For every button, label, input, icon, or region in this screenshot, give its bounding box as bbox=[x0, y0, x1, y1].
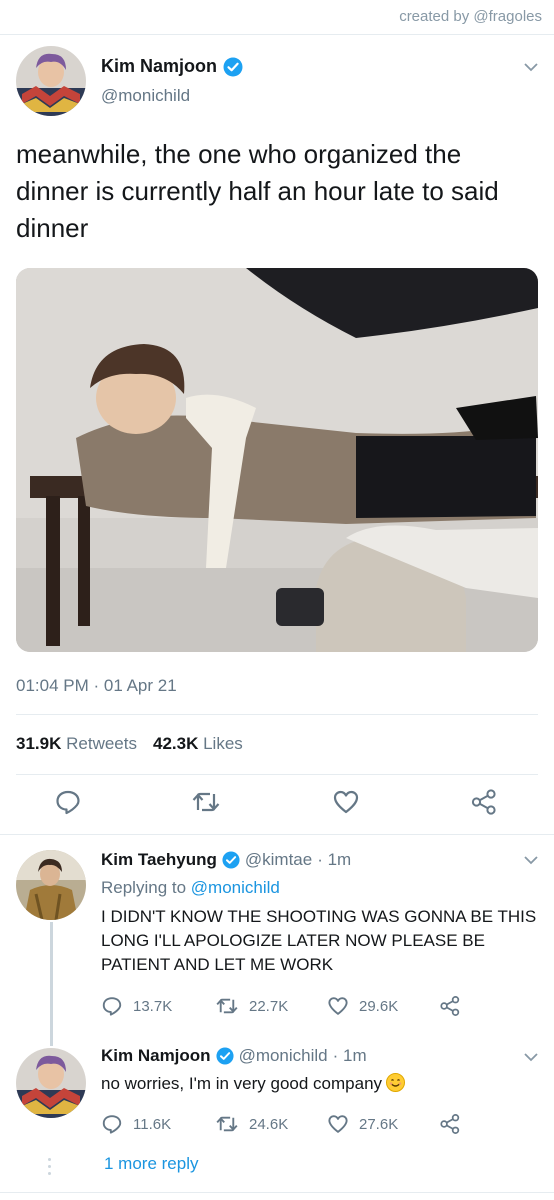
verified-badge-icon bbox=[223, 57, 243, 76]
tweet-stats: 31.9K Retweets 42.3K Likes bbox=[16, 734, 243, 754]
reply-author-name[interactable]: Kim Taehyung bbox=[101, 850, 217, 870]
like-icon bbox=[328, 1115, 348, 1133]
avatar[interactable] bbox=[16, 1048, 86, 1118]
likes-label: Likes bbox=[203, 734, 243, 753]
divider bbox=[0, 1192, 554, 1193]
divider bbox=[16, 714, 538, 715]
verified-badge-icon bbox=[222, 851, 240, 869]
divider bbox=[0, 834, 554, 835]
divider bbox=[0, 34, 554, 35]
chevron-down-icon[interactable] bbox=[524, 62, 538, 72]
share-button[interactable] bbox=[468, 786, 500, 818]
share-icon bbox=[440, 1114, 460, 1134]
likes-stat[interactable]: 42.3K Likes bbox=[153, 734, 243, 754]
tweet-action-bar bbox=[0, 786, 554, 822]
reply-header: Kim Taehyung @kimtae · 1m bbox=[101, 850, 351, 870]
retweets-stat[interactable]: 31.9K Retweets bbox=[16, 734, 137, 754]
reply-header: Kim Namjoon @monichild · 1m bbox=[101, 1046, 367, 1066]
tweet-photo[interactable] bbox=[16, 268, 538, 652]
like-count: 27.6K bbox=[359, 1115, 399, 1133]
replying-to-link[interactable]: @monichild bbox=[191, 878, 280, 897]
thread-dots bbox=[48, 1158, 52, 1179]
reply-text-row: no worries, I'm in very good company bbox=[101, 1072, 537, 1096]
like-button[interactable]: 27.6K bbox=[327, 1113, 398, 1135]
retweets-label: Retweets bbox=[66, 734, 137, 753]
thread-line bbox=[50, 922, 53, 1046]
replying-to-prefix: Replying to bbox=[101, 878, 187, 897]
reply-button[interactable] bbox=[52, 786, 84, 818]
like-button[interactable] bbox=[330, 786, 362, 818]
retweet-button[interactable]: 22.7K bbox=[215, 995, 288, 1017]
like-icon bbox=[333, 790, 359, 814]
author-name-text: Kim Namjoon bbox=[101, 56, 218, 76]
retweet-count: 24.6K bbox=[249, 1115, 289, 1133]
more-replies-link[interactable]: 1 more reply bbox=[104, 1154, 198, 1174]
retweet-icon bbox=[192, 792, 220, 812]
tweet-text: meanwhile, the one who organized the din… bbox=[16, 139, 499, 243]
author-handle[interactable]: @monichild bbox=[101, 86, 190, 106]
likes-count: 42.3K bbox=[152, 734, 199, 753]
chevron-down-icon[interactable] bbox=[524, 1052, 538, 1062]
reply-time: · 1m bbox=[317, 850, 352, 869]
credit-label: created by @fragoles bbox=[399, 8, 542, 25]
like-button[interactable]: 29.6K bbox=[327, 995, 398, 1017]
share-button[interactable] bbox=[439, 1113, 461, 1135]
reply-author-handle[interactable]: @kimtae bbox=[245, 850, 312, 870]
divider bbox=[16, 774, 538, 775]
share-icon bbox=[471, 789, 496, 815]
reply-icon bbox=[102, 1115, 122, 1134]
share-icon bbox=[440, 996, 460, 1016]
avatar[interactable] bbox=[16, 46, 86, 116]
like-count: 29.6K bbox=[359, 997, 399, 1015]
chevron-down-icon[interactable] bbox=[524, 855, 538, 865]
retweets-count: 31.9K bbox=[16, 734, 62, 753]
reply-icon bbox=[102, 997, 122, 1016]
reply-action-bar: 11.6K 24.6K 27.6K bbox=[101, 1113, 481, 1135]
reply-button[interactable]: 11.6K bbox=[101, 1113, 171, 1135]
reply-text: I DIDN'T KNOW THE SHOOTING WAS GONNA BE … bbox=[101, 907, 537, 974]
retweet-count: 22.7K bbox=[249, 997, 289, 1015]
retweet-button[interactable]: 24.6K bbox=[215, 1113, 288, 1135]
reply-button[interactable]: 13.7K bbox=[101, 995, 172, 1017]
reply-author-handle[interactable]: @monichild bbox=[239, 1046, 328, 1066]
reply-action-bar: 13.7K 22.7K 29.6K bbox=[101, 995, 481, 1017]
reply-time: · 1m bbox=[332, 1046, 367, 1065]
reply-icon bbox=[56, 790, 80, 815]
retweet-icon bbox=[216, 998, 238, 1014]
replying-to: Replying to @monichild bbox=[101, 878, 280, 898]
like-icon bbox=[328, 997, 348, 1015]
retweet-button[interactable] bbox=[190, 786, 222, 818]
author-name[interactable]: Kim Namjoon bbox=[101, 56, 243, 77]
reply-author-name[interactable]: Kim Namjoon bbox=[101, 1046, 211, 1066]
share-button[interactable] bbox=[439, 995, 461, 1017]
avatar[interactable] bbox=[16, 850, 86, 920]
reply-count: 11.6K bbox=[133, 1115, 172, 1133]
retweet-icon bbox=[216, 1116, 238, 1132]
reply-text: no worries, I'm in very good company bbox=[101, 1074, 383, 1093]
reply-count: 13.7K bbox=[133, 997, 173, 1015]
smiling-emoji-icon bbox=[386, 1073, 406, 1092]
tweet-timestamp[interactable]: 01:04 PM · 01 Apr 21 bbox=[16, 676, 177, 696]
verified-badge-icon bbox=[216, 1047, 234, 1065]
